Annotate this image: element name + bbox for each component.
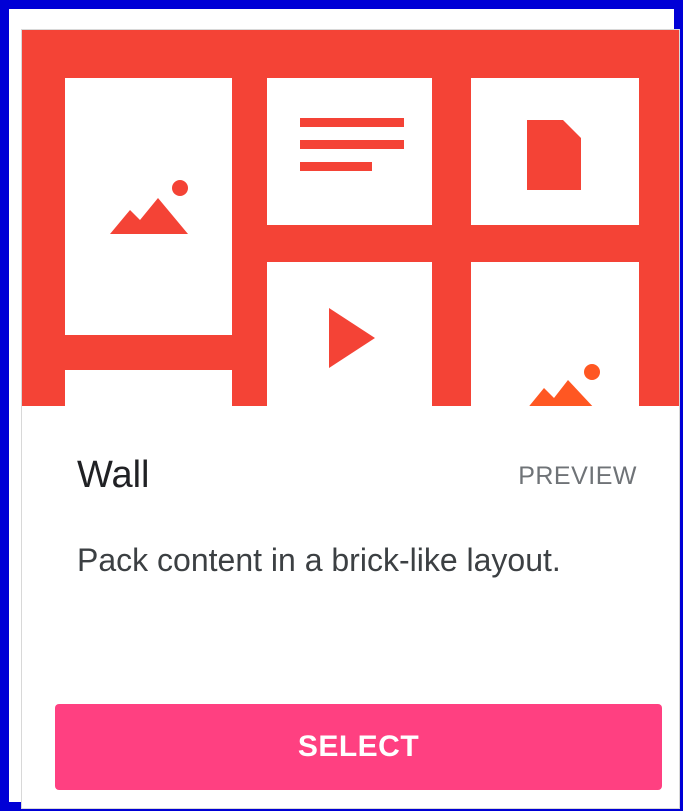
card-description: Pack content in a brick-like layout. <box>77 542 561 578</box>
card-illustration <box>22 30 679 406</box>
tile-blank <box>65 370 232 406</box>
card-title: Wall <box>77 454 150 496</box>
tile-text <box>267 78 432 225</box>
image-icon <box>529 364 600 406</box>
tile-document <box>471 78 639 225</box>
text-lines-icon <box>300 118 404 171</box>
tile-video <box>267 262 432 406</box>
window-frame: Wall PREVIEW Pack content in a brick-lik… <box>0 0 683 811</box>
play-icon <box>329 308 375 368</box>
document-icon <box>527 120 581 190</box>
layout-card: Wall PREVIEW Pack content in a brick-lik… <box>21 29 680 809</box>
select-button[interactable]: SELECT <box>55 704 662 790</box>
image-icon <box>110 180 188 234</box>
preview-link[interactable]: PREVIEW <box>518 462 637 491</box>
tile-image-tall <box>65 78 232 335</box>
tile-image <box>471 262 639 406</box>
